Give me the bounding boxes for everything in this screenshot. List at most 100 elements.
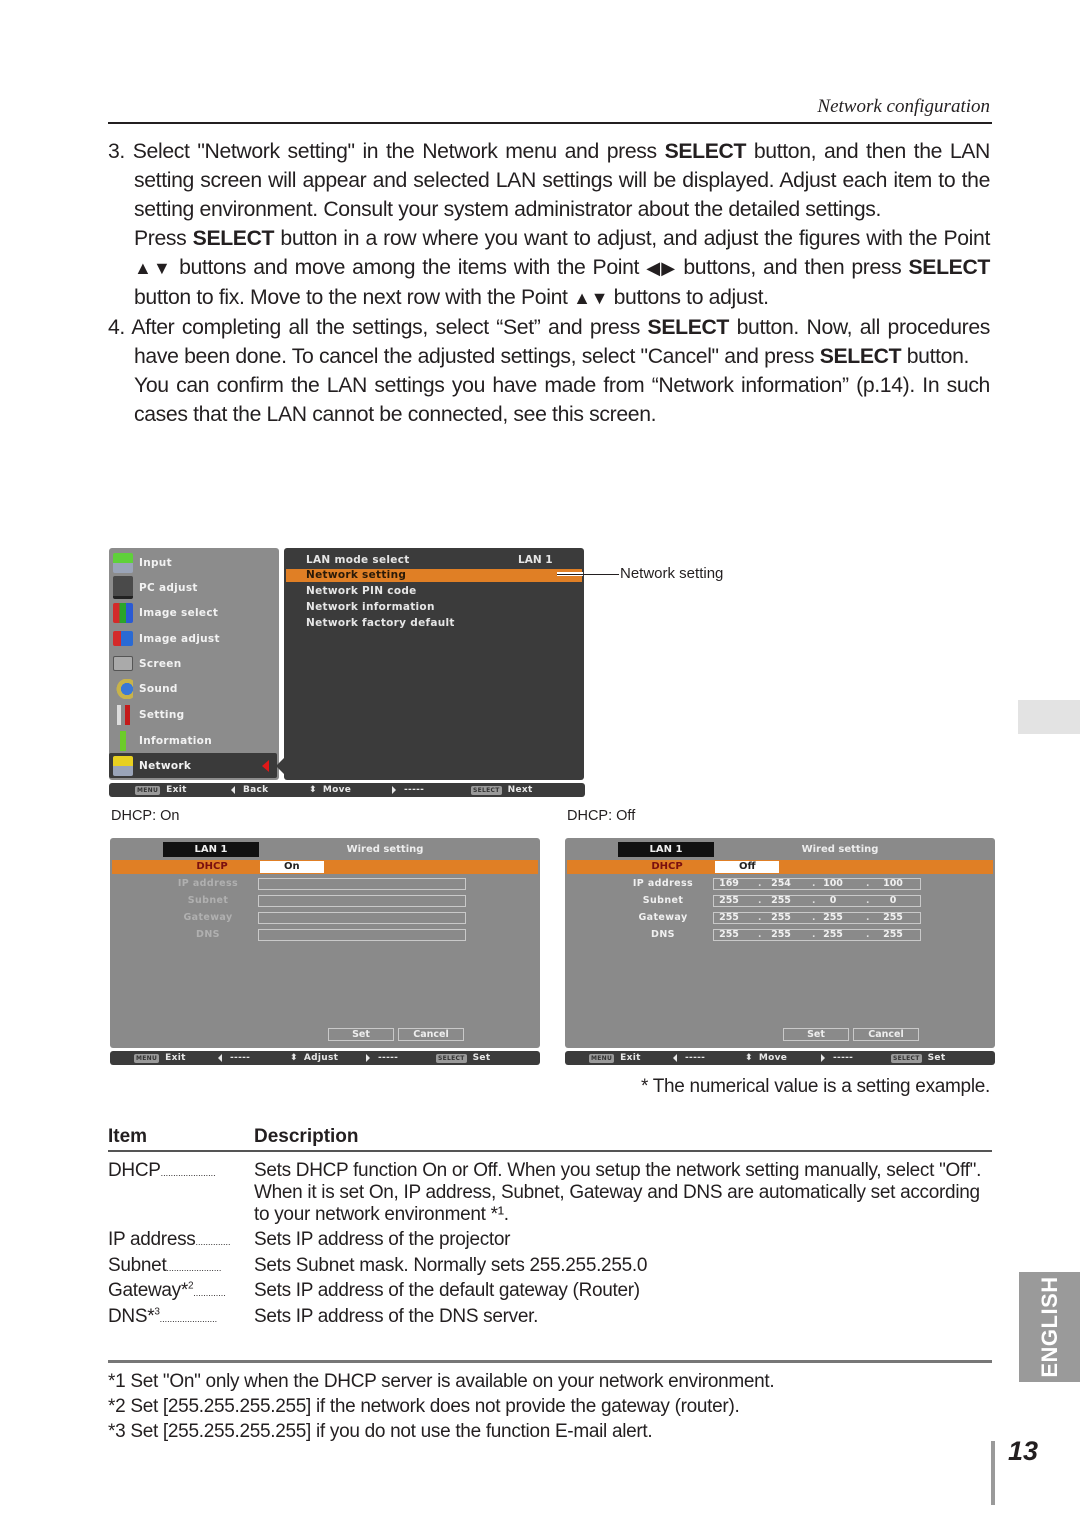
cancel-button[interactable]: Cancel bbox=[398, 1028, 464, 1041]
item-description: Sets IP address of the projector bbox=[254, 1229, 511, 1250]
octet-1[interactable]: 255 bbox=[714, 912, 744, 923]
octet-1[interactable]: 169 bbox=[714, 878, 744, 889]
step-3: 3. Select "Network setting" in the Netwo… bbox=[108, 140, 991, 221]
lan-mode-value: LAN 1 bbox=[518, 554, 553, 566]
up-down-icon: ⬍ bbox=[745, 1053, 753, 1063]
dhcp-row[interactable]: DHCP On bbox=[112, 860, 538, 874]
footnote-2: *2 Set [255.255.255.255] if the network … bbox=[108, 1396, 740, 1417]
osd-guide-bar-dhcp-on: MENU Exit ----- ⬍ Adjust ----- SELECT Set bbox=[110, 1051, 540, 1065]
octet-3[interactable]: 0 bbox=[818, 895, 848, 906]
footnote-1: *1 Set "On" only when the DHCP server is… bbox=[108, 1371, 775, 1392]
dhcp-value[interactable]: On bbox=[260, 861, 324, 873]
octet-2[interactable]: 254 bbox=[766, 878, 796, 889]
left-arrow-icon bbox=[218, 1054, 222, 1062]
menu-item-image-adjust[interactable]: Image adjust bbox=[109, 626, 279, 651]
menu-item-screen[interactable]: Screen bbox=[109, 651, 279, 676]
table-header-description: Description bbox=[254, 1126, 359, 1147]
submenu-item-network-information[interactable]: Network information bbox=[306, 601, 435, 613]
octet-1[interactable]: 255 bbox=[714, 929, 744, 940]
octet-1[interactable]: 255 bbox=[714, 895, 744, 906]
image-adjust-icon bbox=[113, 631, 133, 646]
up-down-icon: ⬍ bbox=[290, 1053, 298, 1063]
octet-2[interactable]: 255 bbox=[766, 929, 796, 940]
ip-address-field[interactable]: 169. 254. 100. 100 bbox=[713, 878, 921, 890]
item-name: IP address bbox=[108, 1229, 196, 1250]
octet-4[interactable]: 255 bbox=[878, 929, 908, 940]
up-down-arrows-icon: ▲▼ bbox=[573, 288, 609, 308]
item-name: Subnet bbox=[108, 1255, 167, 1276]
dhcp-label: DHCP bbox=[196, 861, 228, 872]
octet-4[interactable]: 255 bbox=[878, 912, 908, 923]
select-key-icon: SELECT bbox=[471, 785, 502, 795]
menu-key-icon: MENU bbox=[135, 785, 161, 795]
dns-field bbox=[258, 929, 466, 941]
dns-field[interactable]: 255. 255. 255. 255 bbox=[713, 929, 921, 941]
field-label-gateway: Gateway bbox=[638, 912, 688, 923]
item-name: DNS* bbox=[108, 1306, 155, 1327]
item-name: DHCP bbox=[108, 1160, 161, 1181]
sound-icon bbox=[113, 678, 133, 699]
submenu-item-lan-mode-select[interactable]: LAN mode select bbox=[306, 554, 410, 566]
octet-3[interactable]: 100 bbox=[818, 878, 848, 889]
caption-dhcp-on: DHCP: On bbox=[111, 808, 180, 824]
header-rule bbox=[108, 122, 992, 124]
item-description: Sets Subnet mask. Normally sets 255.255.… bbox=[254, 1255, 648, 1276]
menu-item-input[interactable]: Input bbox=[109, 550, 279, 575]
field-label-dns: DNS bbox=[196, 929, 220, 940]
field-label-ip-address: IP address bbox=[177, 878, 239, 889]
dhcp-row[interactable]: DHCP Off bbox=[567, 860, 993, 874]
osd-network-submenu: LAN mode select LAN 1 Network setting Ne… bbox=[284, 548, 584, 780]
set-button[interactable]: Set bbox=[783, 1028, 849, 1041]
field-label-dns: DNS bbox=[651, 929, 675, 940]
item-description: Sets IP address of the default gateway (… bbox=[254, 1280, 640, 1301]
osd-guide-bar-dhcp-off: MENU Exit ----- ⬍ Move ----- SELECT Set bbox=[565, 1051, 995, 1065]
dhcp-value[interactable]: Off bbox=[715, 861, 779, 873]
octet-4[interactable]: 0 bbox=[878, 895, 908, 906]
osd-guide-bar: MENU Exit Back ⬍ Move ----- SELECT Next bbox=[109, 783, 585, 797]
left-arrow-icon bbox=[673, 1054, 677, 1062]
footnote-rule bbox=[108, 1360, 992, 1363]
field-label-ip-address: IP address bbox=[632, 878, 694, 889]
octet-2[interactable]: 255 bbox=[766, 912, 796, 923]
lan-tab[interactable]: LAN 1 bbox=[618, 842, 714, 857]
language-tab: ENGLISH bbox=[1019, 1272, 1080, 1382]
image-select-icon bbox=[113, 602, 133, 623]
subnet-field bbox=[258, 895, 466, 907]
submenu-item-network-factory-default[interactable]: Network factory default bbox=[306, 617, 455, 629]
caption-dhcp-off: DHCP: Off bbox=[567, 808, 636, 824]
table-header-item: Item bbox=[108, 1126, 148, 1147]
octet-3[interactable]: 255 bbox=[818, 912, 848, 923]
callout-network-setting: Network setting bbox=[620, 565, 724, 582]
lan-tab[interactable]: LAN 1 bbox=[163, 842, 259, 857]
menu-key-icon: MENU bbox=[134, 1053, 160, 1063]
menu-item-sound[interactable]: Sound bbox=[109, 676, 279, 701]
field-label-subnet: Subnet bbox=[642, 895, 684, 906]
information-icon bbox=[113, 730, 133, 751]
wired-setting-dhcp-on: LAN 1 Wired setting DHCP On IP address S… bbox=[110, 838, 540, 1048]
submenu-item-network-setting[interactable]: Network setting bbox=[286, 569, 582, 582]
network-icon bbox=[113, 755, 133, 776]
submenu-item-network-pin-code[interactable]: Network PIN code bbox=[306, 585, 417, 597]
right-arrow-icon bbox=[366, 1054, 370, 1062]
item-name: Gateway* bbox=[108, 1280, 188, 1301]
menu-item-pc-adjust[interactable]: PC adjust bbox=[109, 575, 279, 600]
octet-2[interactable]: 255 bbox=[766, 895, 796, 906]
menu-item-image-select[interactable]: Image select bbox=[109, 600, 279, 625]
dhcp-label: DHCP bbox=[651, 861, 683, 872]
subnet-field[interactable]: 255. 255. 0. 0 bbox=[713, 895, 921, 907]
menu-key-icon: MENU bbox=[589, 1053, 615, 1063]
right-arrow-icon bbox=[392, 786, 396, 794]
footnote-3: *3 Set [255.255.255.255] if you do not u… bbox=[108, 1421, 653, 1442]
gateway-field[interactable]: 255. 255. 255. 255 bbox=[713, 912, 921, 924]
menu-item-network[interactable]: Network bbox=[109, 753, 277, 778]
menu-item-information[interactable]: Information bbox=[109, 728, 279, 753]
octet-3[interactable]: 255 bbox=[818, 929, 848, 940]
item-description: Sets DHCP function On or Off. When you s… bbox=[254, 1160, 982, 1225]
cancel-button[interactable]: Cancel bbox=[853, 1028, 919, 1041]
osd-main-menu: Input PC adjust Image select Image adjus… bbox=[109, 548, 279, 780]
set-button[interactable]: Set bbox=[328, 1028, 394, 1041]
menu-item-setting[interactable]: Setting bbox=[109, 702, 279, 727]
octet-4[interactable]: 100 bbox=[878, 878, 908, 889]
select-key-icon: SELECT bbox=[891, 1053, 922, 1063]
table-rule bbox=[108, 1150, 992, 1152]
